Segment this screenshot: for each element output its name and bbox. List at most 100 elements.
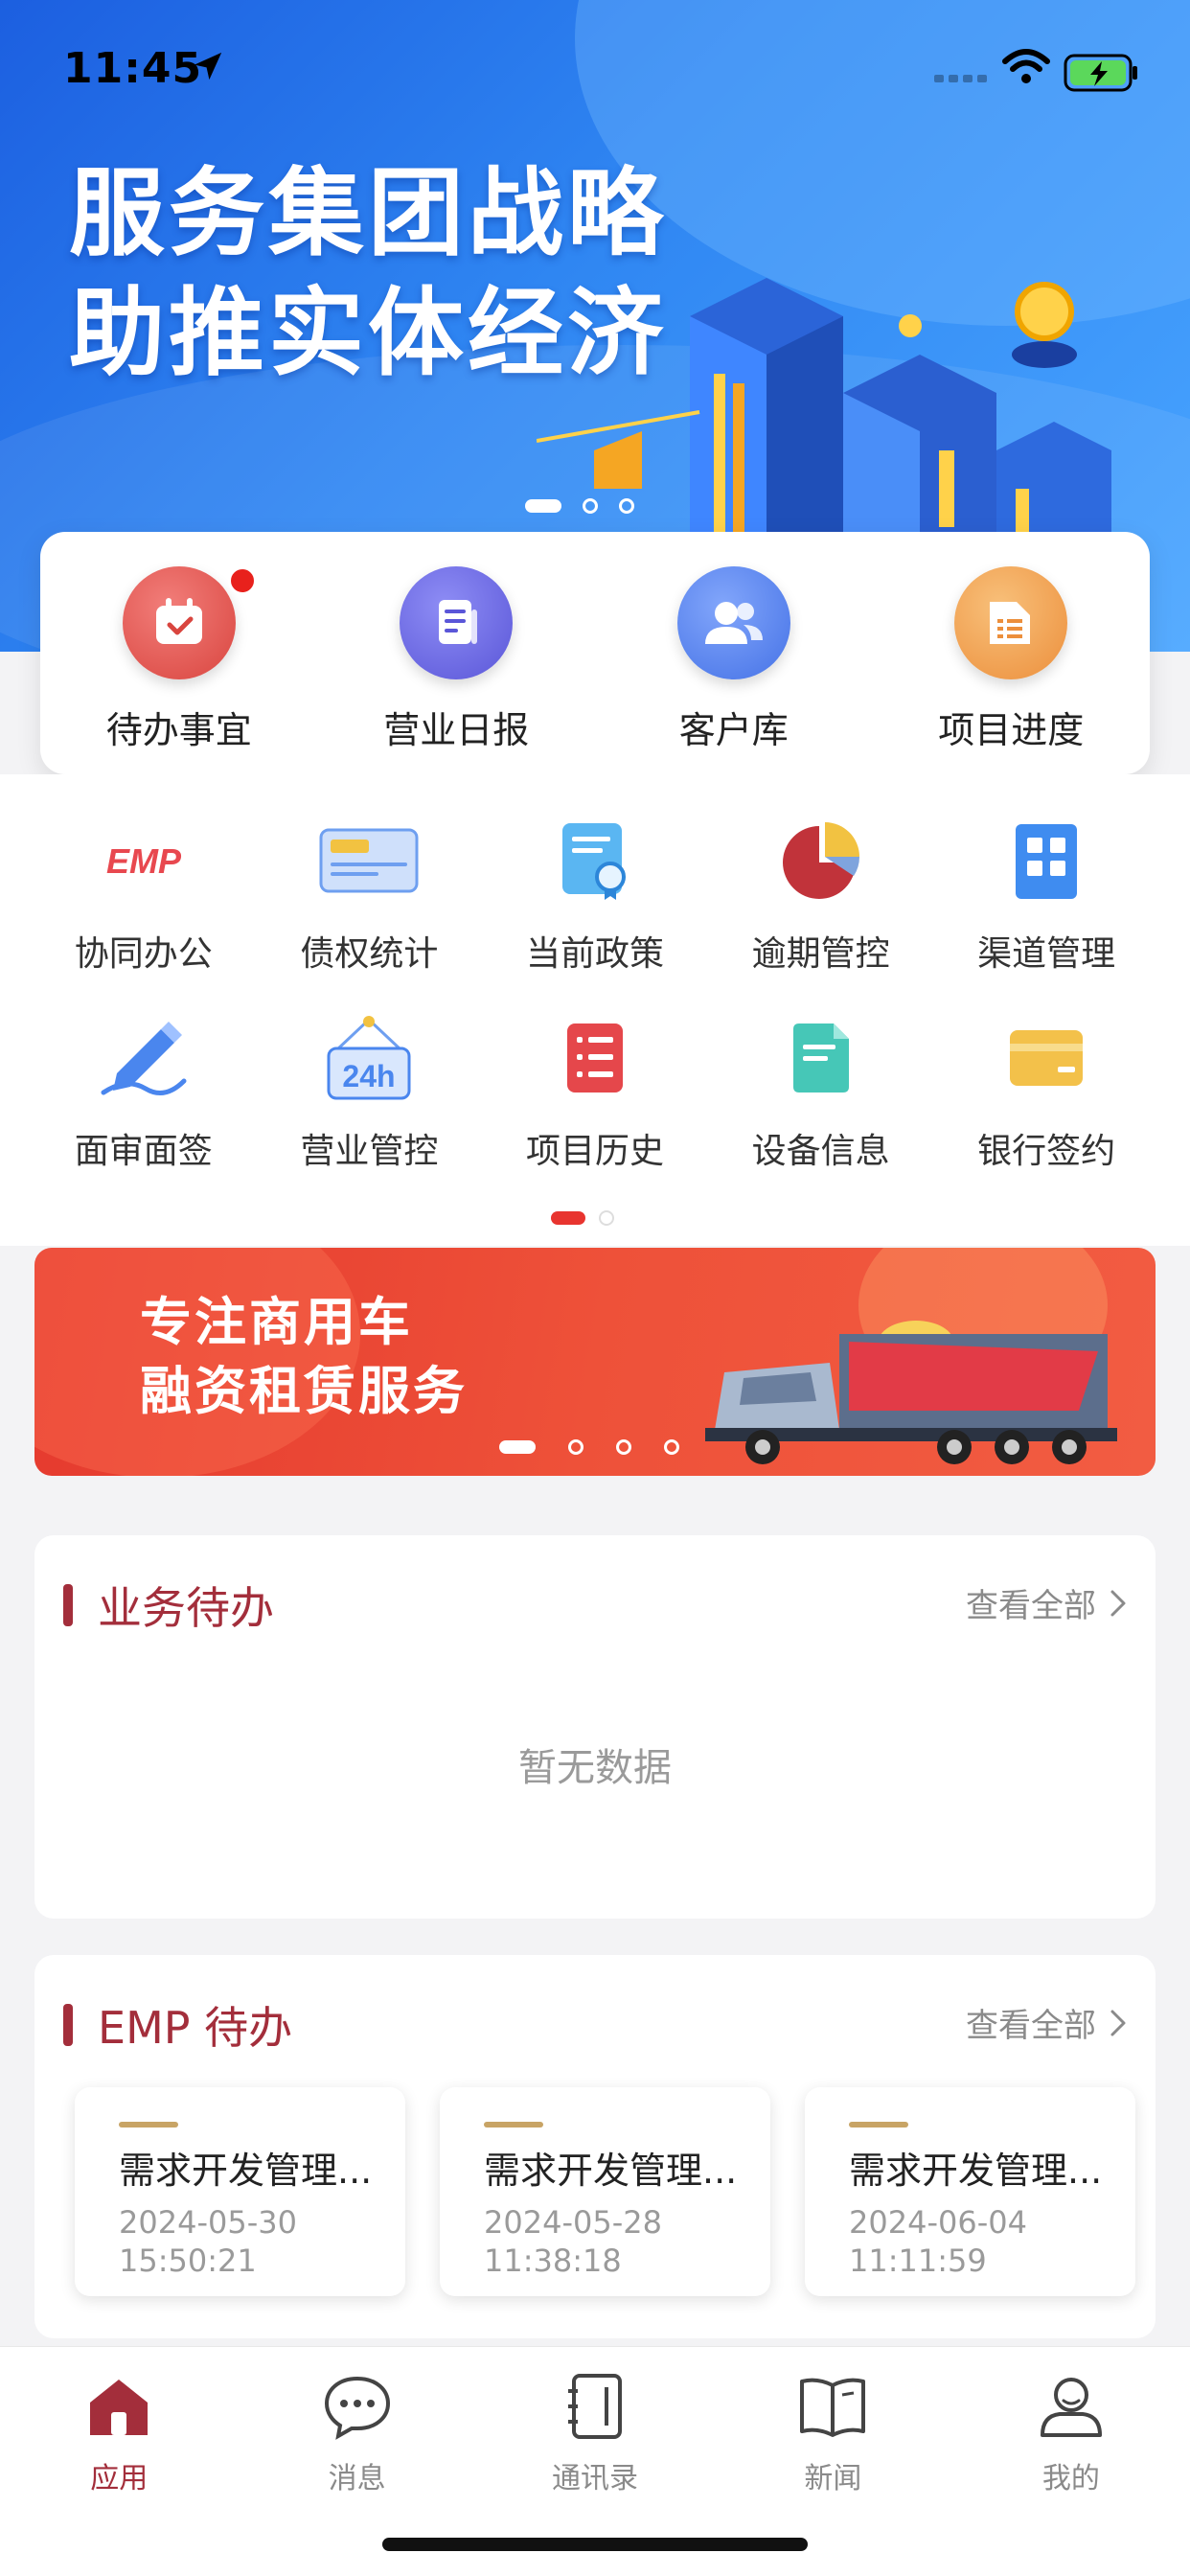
empty-state-text: 暂无数据 [518, 1746, 672, 1790]
home-icon [80, 2368, 157, 2445]
todo-item-card[interactable]: 需求开发管理... 2024-05-28 11:38:18 [440, 2087, 770, 2296]
todo-item-card[interactable]: 需求开发管理... 2024-05-30 15:50:21 [75, 2087, 405, 2296]
card-header: 业务待办 [63, 1574, 274, 1637]
todo-date-day: 2024-05-30 [119, 2204, 297, 2241]
list-doc-icon [542, 1014, 648, 1102]
todo-title: 需求开发管理... [119, 2150, 373, 2192]
policy-certificate-icon [542, 816, 648, 905]
grid-page-indicator[interactable] [551, 1210, 614, 1226]
quick-action-label: 项目进度 [938, 709, 1085, 751]
status-time: 11:45 [63, 44, 203, 93]
title-accent-bar [63, 2004, 73, 2046]
todo-title: 需求开发管理... [484, 2150, 738, 2192]
device-doc-icon [768, 1014, 874, 1102]
notification-badge [228, 566, 257, 595]
open-book-icon [794, 2368, 871, 2445]
grid-item-business-control[interactable]: 24h 营业管控 [257, 1014, 483, 1173]
emp-logo-icon: EMP [91, 816, 196, 905]
grid-item-bank-signing[interactable]: 银行签约 [933, 1014, 1159, 1173]
grid-page-dot[interactable] [599, 1210, 614, 1226]
carousel-dot[interactable] [619, 498, 634, 514]
quick-action-customers[interactable]: 客户库 [595, 532, 873, 774]
tab-label: 消息 [328, 2462, 386, 2496]
pen-sign-icon [91, 1014, 196, 1102]
promo-title-line2: 融资租赁服务 [140, 1361, 468, 1421]
grid-page-dot-active[interactable] [551, 1211, 585, 1225]
see-all-link[interactable]: 查看全部 [966, 1579, 1127, 1626]
24h-sign-icon: 24h [316, 1014, 422, 1102]
carousel-dot-active[interactable] [525, 499, 561, 513]
see-all-link[interactable]: 查看全部 [966, 1999, 1127, 2046]
todo-date-day: 2024-06-04 [849, 2204, 1027, 2241]
grid-item-face-review[interactable]: 面审面签 [31, 1014, 257, 1173]
tab-contacts[interactable]: 通讯录 [476, 2347, 714, 2496]
quick-action-label: 待办事宜 [105, 709, 252, 751]
battery-charging-icon [1064, 54, 1137, 92]
pie-chart-icon [768, 816, 874, 905]
grid-item-current-policy[interactable]: 当前政策 [482, 816, 708, 976]
grid-item-label: 项目历史 [525, 1132, 664, 1171]
tab-label: 通讯录 [552, 2462, 639, 2496]
tab-label: 新闻 [804, 2462, 862, 2496]
grid-item-label: 设备信息 [751, 1132, 890, 1171]
tab-label: 应用 [90, 2462, 149, 2496]
grid-item-overdue-control[interactable]: 逾期管控 [708, 816, 934, 976]
location-arrow-icon [194, 52, 222, 80]
carousel-dot[interactable] [664, 1439, 679, 1455]
see-all-label: 查看全部 [966, 2007, 1096, 2045]
tab-messages[interactable]: 消息 [238, 2347, 475, 2496]
cellular-signal-icon [934, 75, 987, 82]
tab-news[interactable]: 新闻 [714, 2347, 951, 2496]
todo-accent-bar [484, 2122, 543, 2128]
svg-text:24h: 24h [343, 1059, 396, 1093]
grid-item-label: 当前政策 [525, 934, 664, 974]
building-icon [994, 816, 1099, 905]
todo-date: 2024-05-30 15:50:21 [119, 2203, 405, 2280]
quick-action-daily-report[interactable]: 营业日报 [318, 532, 596, 774]
quick-action-label: 营业日报 [383, 709, 530, 751]
tab-apps[interactable]: 应用 [0, 2347, 238, 2496]
quick-action-todo[interactable]: 待办事宜 [40, 532, 318, 774]
tab-label: 我的 [1041, 2462, 1100, 2496]
hero-title-line2: 助推实体经济 [69, 276, 667, 389]
grid-item-project-history[interactable]: 项目历史 [482, 1014, 708, 1173]
bank-card-icon [994, 1014, 1099, 1102]
folder-list-icon [954, 566, 1068, 679]
grid-item-device-info[interactable]: 设备信息 [708, 1014, 934, 1173]
card-icon [316, 816, 422, 905]
users-icon [676, 566, 790, 679]
todo-date: 2024-06-04 11:11:59 [849, 2203, 1135, 2280]
carousel-dot-active[interactable] [499, 1440, 536, 1454]
card-title: EMP 待办 [98, 2002, 293, 2054]
todo-accent-bar [849, 2122, 908, 2128]
feature-grid: EMP 协同办公 债权统计 当前政策 逾期管控 渠道管理 面审面签 24h 营业… [0, 774, 1190, 1246]
promo-banner[interactable]: 专注商用车 融资租赁服务 [34, 1248, 1156, 1476]
truck-illustration [705, 1321, 1117, 1464]
todo-date: 2024-05-28 11:38:18 [484, 2203, 770, 2280]
todo-accent-bar [119, 2122, 178, 2128]
hero-title-line1: 服务集团战略 [69, 156, 667, 269]
grid-item-collab-office[interactable]: EMP 协同办公 [31, 816, 257, 976]
card-title: 业务待办 [98, 1582, 274, 1634]
carousel-dot[interactable] [583, 498, 598, 514]
todo-date-time: 11:38:18 [484, 2242, 622, 2279]
document-icon [400, 566, 514, 679]
title-accent-bar [63, 1584, 73, 1626]
tab-mine[interactable]: 我的 [952, 2347, 1190, 2496]
grid-item-label: 逾期管控 [751, 934, 890, 974]
carousel-dot[interactable] [616, 1439, 631, 1455]
carousel-dot[interactable] [568, 1439, 584, 1455]
todo-item-card[interactable]: 需求开发管理... 2024-06-04 11:11:59 [805, 2087, 1135, 2296]
todo-date-day: 2024-05-28 [484, 2204, 662, 2241]
home-indicator[interactable] [382, 2538, 808, 2551]
grid-item-channel-management[interactable]: 渠道管理 [933, 816, 1159, 976]
card-header: EMP 待办 [63, 1993, 292, 2057]
grid-row: 面审面签 24h 营业管控 项目历史 设备信息 银行签约 [31, 1014, 1159, 1173]
grid-item-claims-stats[interactable]: 债权统计 [257, 816, 483, 976]
todo-date-time: 15:50:21 [119, 2242, 257, 2279]
hero-carousel-dots[interactable] [525, 498, 634, 514]
promo-title: 专注商用车 融资租赁服务 [140, 1288, 468, 1426]
quick-action-progress[interactable]: 项目进度 [873, 532, 1151, 774]
promo-carousel-dots[interactable] [499, 1439, 679, 1455]
promo-title-line1: 专注商用车 [140, 1292, 413, 1352]
